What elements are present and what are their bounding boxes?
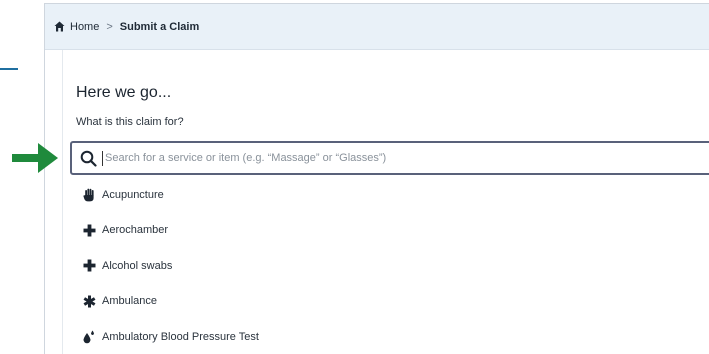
option-label: Aerochamber <box>102 224 169 237</box>
claim-window: Home > Submit a Claim Here we go... What… <box>44 3 709 354</box>
option-item-aerochamber[interactable]: Aerochamber <box>70 213 709 249</box>
option-label: Ambulatory Blood Pressure Test <box>102 330 259 343</box>
text-caret <box>102 150 103 166</box>
asterisk-icon <box>82 294 96 308</box>
search-input[interactable] <box>105 152 665 164</box>
option-label: Ambulance <box>102 295 158 308</box>
drop-icon <box>82 330 96 344</box>
option-item-ambulance[interactable]: Ambulance <box>70 284 709 320</box>
pointer-arrow-icon <box>12 143 58 173</box>
breadcrumb-current: Submit a Claim <box>119 20 200 33</box>
plus-icon <box>82 223 96 237</box>
option-list: Acupuncture Aerochamber Alcohol swabs Am… <box>70 177 709 354</box>
accent-dash <box>0 68 18 70</box>
page-title: Here we go... <box>76 84 172 101</box>
option-item-alcohol-swabs[interactable]: Alcohol swabs <box>70 248 709 284</box>
screenshot-stage: Home > Submit a Claim Here we go... What… <box>0 0 709 354</box>
home-icon[interactable] <box>54 21 65 32</box>
claim-panel: Here we go... What is this claim for? Se… <box>62 50 709 354</box>
hand-icon <box>82 188 96 202</box>
search-icon <box>80 150 97 167</box>
option-item-ambulatory-bp-test[interactable]: Ambulatory Blood Pressure Test <box>70 319 709 354</box>
option-label: Acupuncture <box>102 188 164 201</box>
option-label: Alcohol swabs <box>102 259 173 272</box>
breadcrumb-home-link[interactable]: Home <box>70 21 99 33</box>
claim-question-label: What is this claim for? <box>76 116 184 128</box>
breadcrumb: Home > Submit a Claim <box>45 4 709 50</box>
plus-icon <box>82 259 96 273</box>
breadcrumb-separator: > <box>106 20 113 33</box>
option-item-acupuncture[interactable]: Acupuncture <box>70 177 709 213</box>
claim-search-box[interactable] <box>70 141 709 175</box>
